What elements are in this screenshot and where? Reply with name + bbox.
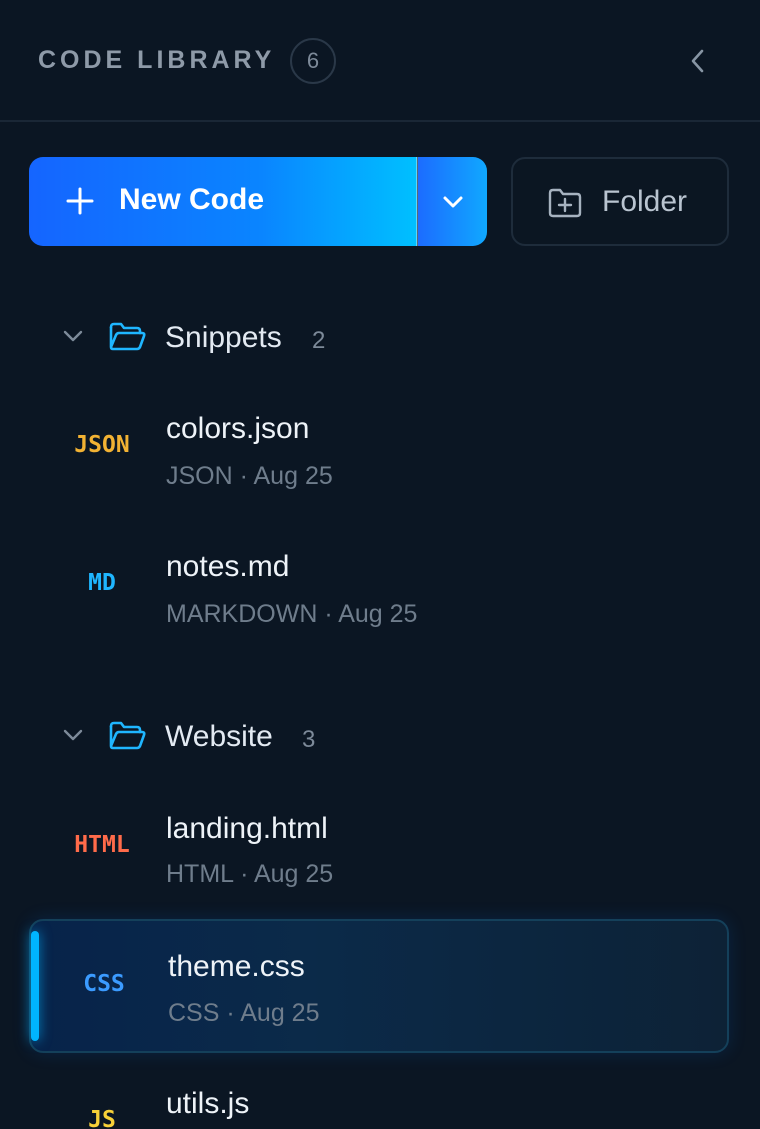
chevron-left-icon xyxy=(691,49,704,73)
folder-snippets[interactable]: Snippets 2 xyxy=(0,307,760,367)
file-name: colors.json xyxy=(166,412,310,445)
file-type-badge: HTML xyxy=(74,832,130,858)
file-meta: MARKDOWN · Aug 25 xyxy=(166,600,418,628)
panel-header: CODE LIBRARY 6 xyxy=(0,0,760,122)
file-item-utils-js[interactable]: JS utils.js xyxy=(29,1056,729,1129)
code-library-panel: CODE LIBRARY 6 New Code Folder Snippets … xyxy=(0,0,760,1129)
folder-count: 3 xyxy=(302,726,316,753)
panel-title: CODE LIBRARY xyxy=(38,46,276,74)
folder-open-icon xyxy=(109,721,146,750)
chevron-down-icon xyxy=(63,330,83,342)
file-meta: HTML · Aug 25 xyxy=(166,860,334,888)
new-code-label: New Code xyxy=(119,183,265,216)
chevron-down-icon xyxy=(63,729,83,741)
folder-button-label: Folder xyxy=(602,185,688,218)
file-type-badge: JS xyxy=(88,1107,116,1129)
file-type-badge: CSS xyxy=(83,971,125,997)
file-type-badge: MD xyxy=(88,570,116,596)
file-item-theme-css[interactable]: CSS theme.css CSS · Aug 25 xyxy=(29,919,729,1053)
file-meta: JSON · Aug 25 xyxy=(166,462,333,490)
file-item-landing-html[interactable]: HTML landing.html HTML · Aug 25 xyxy=(29,780,729,914)
file-name: utils.js xyxy=(166,1087,250,1120)
folder-name: Website xyxy=(165,720,273,753)
plus-icon xyxy=(66,187,94,215)
file-name: theme.css xyxy=(168,950,305,983)
file-meta: CSS · Aug 25 xyxy=(168,999,320,1027)
folder-plus-icon xyxy=(548,188,582,218)
folder-name: Snippets xyxy=(165,321,282,354)
folder-count: 2 xyxy=(312,327,326,354)
chevron-down-icon xyxy=(443,196,462,207)
file-type-badge: JSON xyxy=(74,432,130,458)
new-code-button[interactable]: New Code xyxy=(29,157,417,246)
file-name: notes.md xyxy=(166,550,290,583)
new-folder-button[interactable]: Folder xyxy=(511,157,729,246)
folder-open-icon xyxy=(109,322,146,351)
file-name: landing.html xyxy=(166,812,328,845)
collapse-panel-button[interactable] xyxy=(680,42,716,80)
folder-website[interactable]: Website 3 xyxy=(0,706,760,766)
file-item-colors-json[interactable]: JSON colors.json JSON · Aug 25 xyxy=(29,380,729,514)
item-count-badge: 6 xyxy=(290,38,336,84)
file-item-notes-md[interactable]: MD notes.md MARKDOWN · Aug 25 xyxy=(29,518,729,652)
new-code-dropdown-button[interactable] xyxy=(418,157,487,246)
